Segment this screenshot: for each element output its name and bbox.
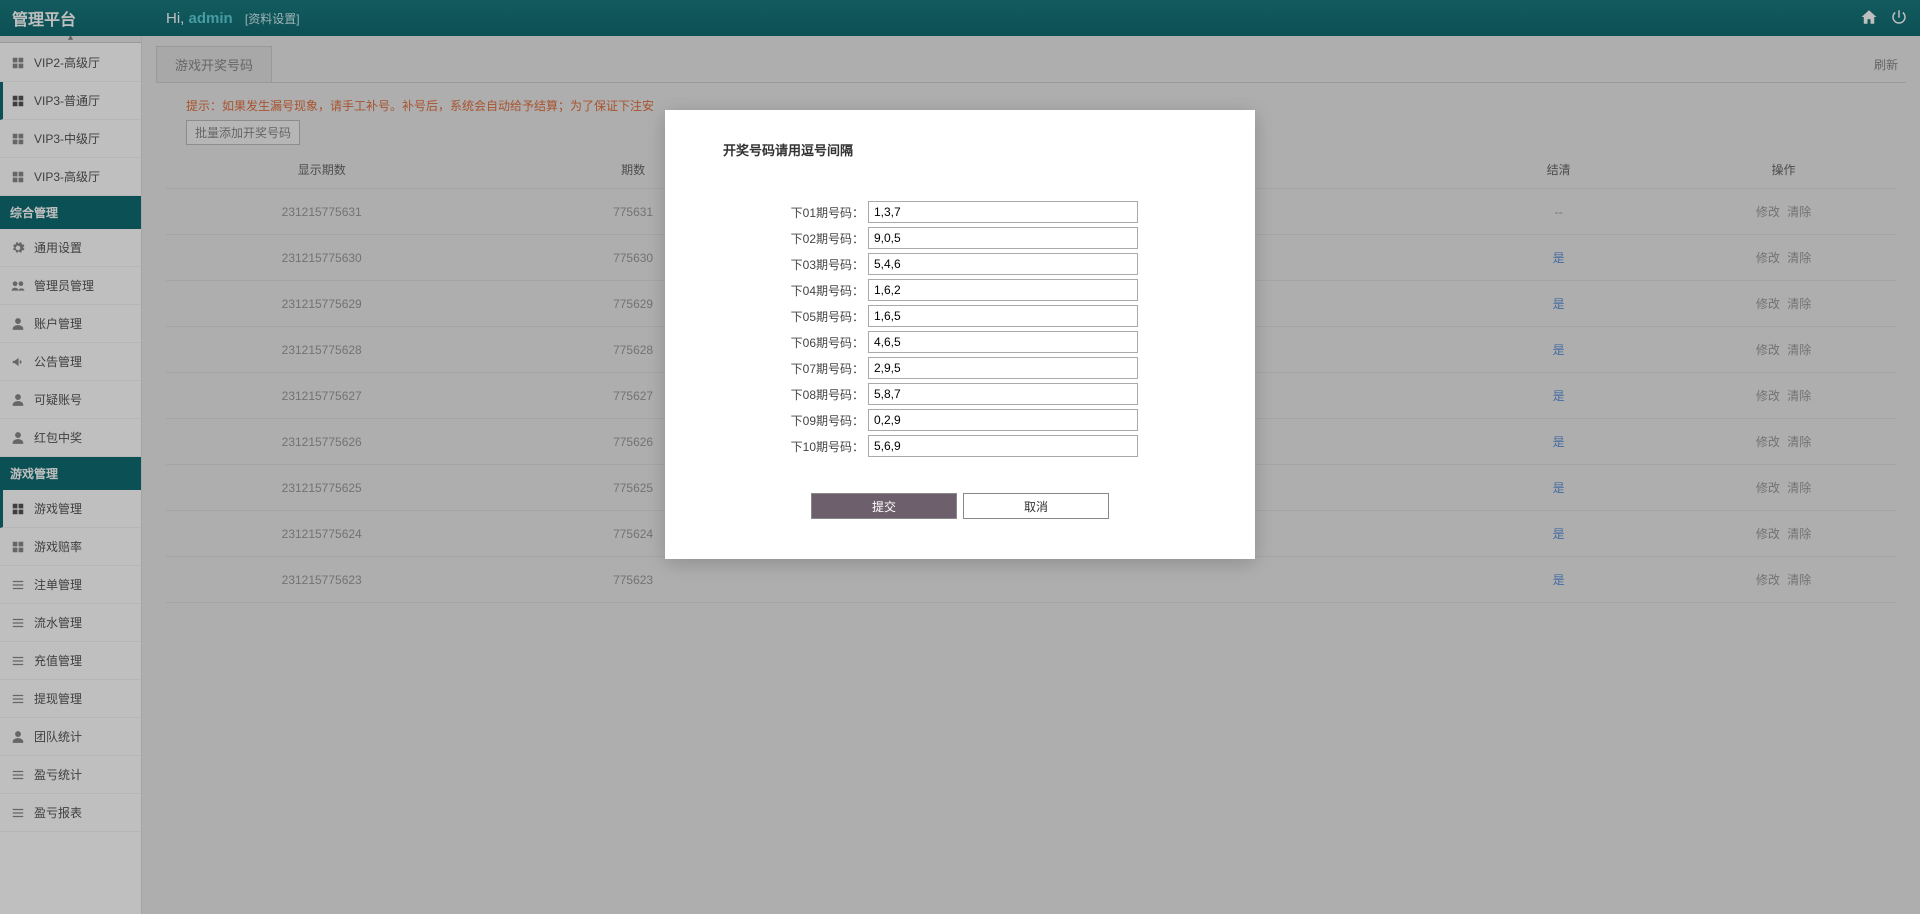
field-label: 下06期号码： bbox=[782, 334, 864, 351]
modal-field-row: 下05期号码： bbox=[713, 305, 1207, 327]
field-label: 下07期号码： bbox=[782, 360, 864, 377]
period-8-input[interactable] bbox=[868, 383, 1138, 405]
modal-field-row: 下07期号码： bbox=[713, 357, 1207, 379]
submit-button[interactable]: 提交 bbox=[811, 493, 957, 519]
modal-field-row: 下02期号码： bbox=[713, 227, 1207, 249]
modal-field-row: 下01期号码： bbox=[713, 201, 1207, 223]
period-10-input[interactable] bbox=[868, 435, 1138, 457]
field-label: 下02期号码： bbox=[782, 230, 864, 247]
field-label: 下03期号码： bbox=[782, 256, 864, 273]
period-2-input[interactable] bbox=[868, 227, 1138, 249]
period-1-input[interactable] bbox=[868, 201, 1138, 223]
modal-title: 开奖号码请用逗号间隔 bbox=[713, 140, 1207, 159]
modal-field-row: 下04期号码： bbox=[713, 279, 1207, 301]
modal-field-row: 下06期号码： bbox=[713, 331, 1207, 353]
cancel-button[interactable]: 取消 bbox=[963, 493, 1109, 519]
field-label: 下08期号码： bbox=[782, 386, 864, 403]
modal-overlay[interactable]: 开奖号码请用逗号间隔 下01期号码： 下02期号码： 下03期号码： 下04期号码： 下… bbox=[0, 0, 1920, 914]
period-7-input[interactable] bbox=[868, 357, 1138, 379]
modal-field-row: 下08期号码： bbox=[713, 383, 1207, 405]
field-label: 下10期号码： bbox=[782, 438, 864, 455]
modal-field-row: 下10期号码： bbox=[713, 435, 1207, 457]
field-label: 下05期号码： bbox=[782, 308, 864, 325]
batch-add-modal: 开奖号码请用逗号间隔 下01期号码： 下02期号码： 下03期号码： 下04期号码： 下… bbox=[665, 110, 1255, 559]
period-5-input[interactable] bbox=[868, 305, 1138, 327]
modal-field-row: 下03期号码： bbox=[713, 253, 1207, 275]
field-label: 下04期号码： bbox=[782, 282, 864, 299]
period-3-input[interactable] bbox=[868, 253, 1138, 275]
field-label: 下09期号码： bbox=[782, 412, 864, 429]
period-4-input[interactable] bbox=[868, 279, 1138, 301]
field-label: 下01期号码： bbox=[782, 204, 864, 221]
period-6-input[interactable] bbox=[868, 331, 1138, 353]
modal-field-row: 下09期号码： bbox=[713, 409, 1207, 431]
period-9-input[interactable] bbox=[868, 409, 1138, 431]
